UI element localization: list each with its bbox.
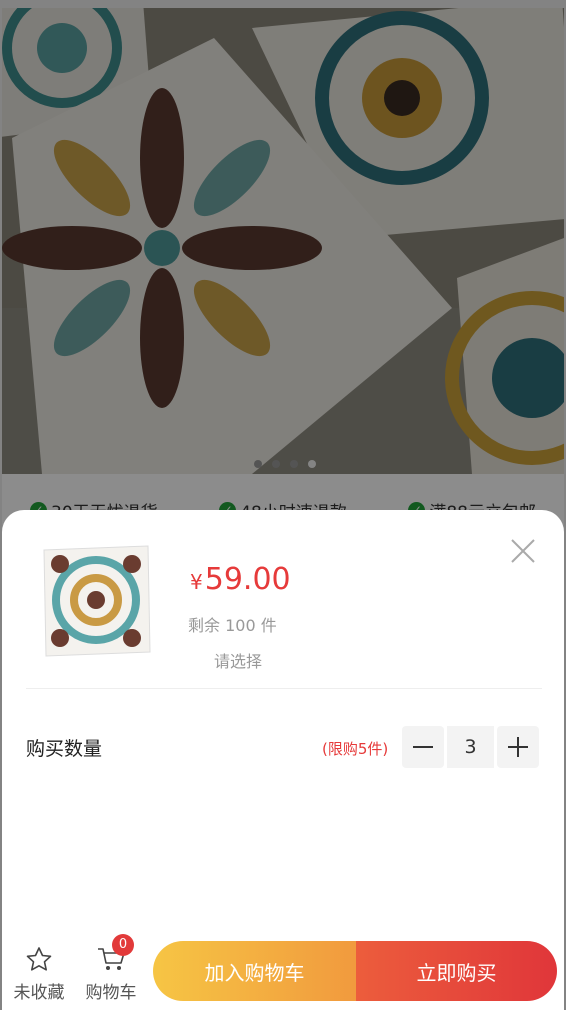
divider (26, 688, 542, 689)
plus-icon (508, 737, 528, 757)
close-button[interactable] (510, 538, 536, 564)
favorite-button[interactable]: 未收藏 (12, 946, 66, 1003)
cart-count-badge: 0 (112, 934, 134, 956)
product-page: ✓ 30天无忧退货 ✓ 48小时速退款 ✓ 满88元立包邮 (0, 0, 566, 1010)
buy-now-button[interactable]: 立即购买 (356, 941, 557, 1001)
product-price: ¥59.00 (190, 562, 291, 597)
stock-remaining: 剩余 100 件 (188, 616, 277, 635)
favorite-label: 未收藏 (13, 983, 65, 1003)
close-icon (511, 539, 535, 563)
purchase-limit: (限购5件) (322, 740, 389, 758)
price-value: 59.00 (204, 562, 291, 597)
cart-button[interactable]: 购物车 (82, 946, 140, 1003)
cart-label: 购物车 (85, 983, 137, 1003)
sku-selection-sheet: ¥59.00 剩余 100 件 请选择 购买数量 (限购5件) 3 未收藏 购物… (2, 510, 564, 1010)
select-hint: 请选择 (214, 652, 263, 671)
increase-button[interactable] (497, 726, 539, 768)
product-thumbnail (43, 545, 151, 657)
star-icon (26, 947, 52, 971)
add-to-cart-button[interactable]: 加入购物车 (153, 941, 356, 1001)
quantity-value[interactable]: 3 (447, 726, 494, 768)
quantity-label: 购买数量 (26, 738, 103, 760)
decrease-button[interactable] (402, 726, 444, 768)
minus-icon (413, 746, 433, 748)
quantity-stepper: 3 (402, 726, 539, 768)
currency-symbol: ¥ (190, 570, 203, 594)
